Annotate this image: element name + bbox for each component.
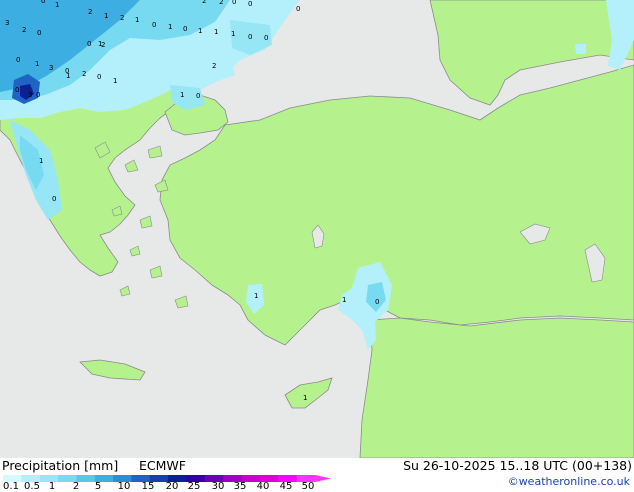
scale-tick-label: 30 <box>211 481 225 492</box>
map-value-label: 2 <box>88 8 92 16</box>
scale-tick-label: 0.1 <box>3 481 19 492</box>
map-value-label: 1 <box>231 30 235 38</box>
map-value-label: 0 <box>232 0 236 6</box>
map-value-label: 0 <box>36 91 40 99</box>
map-value-label: 0 <box>97 73 101 81</box>
map-value-label: 3 <box>49 64 53 72</box>
map-value-label: 1 <box>168 23 172 31</box>
land-levant <box>359 317 634 458</box>
map-value-label: 2 <box>212 62 216 70</box>
map-value-label: 1 <box>303 394 307 402</box>
map-value-label: 0 <box>152 21 156 29</box>
scale-tick-label: 2 <box>72 481 80 492</box>
scale-tick-label: 50 <box>301 481 315 492</box>
map-value-label: 0 <box>248 33 252 41</box>
scale-tick-label: 45 <box>279 481 293 492</box>
scale-tick-label: 1 <box>48 481 56 492</box>
map-value-label: 3 <box>5 19 9 27</box>
map-value-label: 1 <box>66 72 70 80</box>
map-value-label: 0 <box>16 56 20 64</box>
scale-tick-label: 10 <box>117 481 131 492</box>
map-value-label: 1 <box>39 157 43 165</box>
map-value-label: 1 <box>104 12 108 20</box>
color-scale-ticks: 0.1 0.5 1 2 5 10 15 20 25 30 35 40 45 50 <box>0 482 340 492</box>
scale-tick-label: 20 <box>165 481 179 492</box>
map-value-label: 0 <box>15 86 19 94</box>
map-value-label: 0 <box>264 34 268 42</box>
precipitation-map: 312 1 2 10 1 0 1 1 1 0 00 0222 00 2000 1 3 0 2 0 13 021 0101 1… <box>0 0 634 458</box>
map-value-label: 2 <box>219 0 223 6</box>
scale-tick-label: 5 <box>94 481 102 492</box>
valid-time: Su 26-10-2025 15..18 UTC (00+138) <box>403 458 632 473</box>
map-value-label: 1 <box>35 60 39 68</box>
map-value-label: 0 <box>52 195 56 203</box>
map-value-label: 0 <box>375 298 379 306</box>
map-value-label: 1 <box>98 40 102 48</box>
map-value-label: 1 <box>135 16 139 24</box>
map-value-label: 1 <box>55 1 59 9</box>
scale-tick-label: 35 <box>233 481 247 492</box>
scale-arrow <box>315 475 331 482</box>
scale-tick-label: 0.5 <box>24 481 40 492</box>
map-value-label: 0 <box>37 29 41 37</box>
map-value-label: 1 <box>342 296 346 304</box>
scale-tick-label: 25 <box>187 481 201 492</box>
map-value-label: 2 <box>22 26 26 34</box>
map-value-label: 0 <box>87 40 91 48</box>
map-value-label: 0 <box>41 0 45 5</box>
scale-tick-label: 40 <box>256 481 270 492</box>
map-value-label: 2 <box>202 0 206 5</box>
map-value-label: 3 <box>28 91 32 99</box>
scale-segment <box>76 475 96 482</box>
map-value-label: 2 <box>120 14 124 22</box>
map-value-label: 0 <box>183 25 187 33</box>
map-value-label: 1 <box>180 91 184 99</box>
footer: Precipitation [mm] ECMWF Su 26-10-2025 1… <box>0 458 634 492</box>
scale-tick-label: 15 <box>141 481 155 492</box>
legend-title: Precipitation [mm] <box>2 458 119 473</box>
model-name: ECMWF <box>139 458 186 473</box>
credit-link[interactable]: ©weatheronline.co.uk <box>508 475 630 488</box>
map-value-label: 2 <box>82 70 86 78</box>
map-value-label: 1 <box>214 28 218 36</box>
map-value-label: 1 <box>198 27 202 35</box>
map-value-label: 1 <box>254 292 258 300</box>
map-value-label: 0 <box>296 5 300 13</box>
map-value-label: 1 <box>113 77 117 85</box>
map-value-label: 0 <box>196 92 200 100</box>
map-value-label: 0 <box>248 0 252 8</box>
